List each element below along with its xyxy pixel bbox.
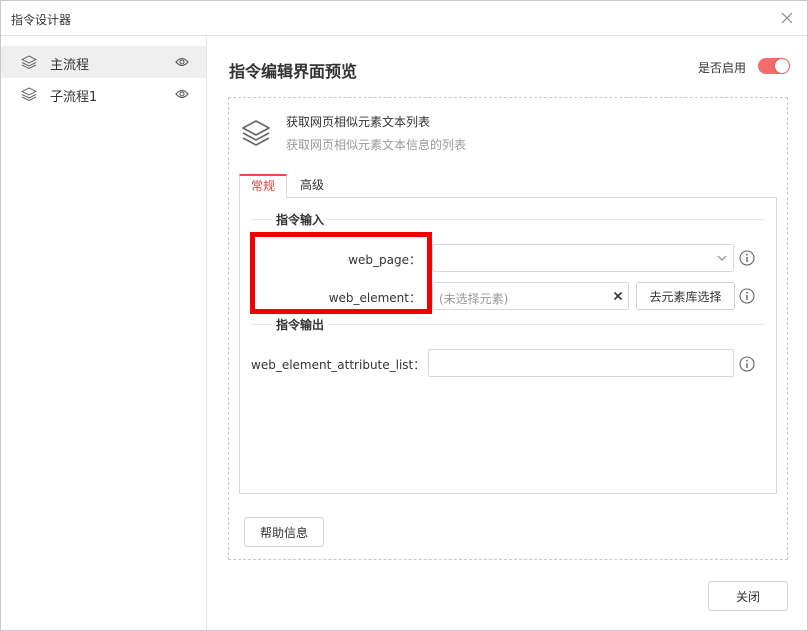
help-button[interactable]: 帮助信息 xyxy=(244,517,324,547)
command-name: 获取网页相似元素文本列表 xyxy=(286,115,431,129)
info-icon[interactable] xyxy=(739,288,755,304)
eye-icon[interactable] xyxy=(175,88,189,100)
layers-icon xyxy=(21,87,37,102)
section-divider xyxy=(251,219,765,220)
tab-panel xyxy=(239,197,777,494)
tab-general[interactable]: 常规 xyxy=(239,174,287,198)
web-page-select[interactable] xyxy=(432,244,734,272)
input-section-title: 指令输入 xyxy=(273,211,328,228)
command-description: 获取网页相似元素文本信息的列表 xyxy=(286,138,467,152)
sidebar-item-label: 主流程 xyxy=(50,58,90,73)
sidebar-item-label: 子流程1 xyxy=(50,90,98,105)
eye-icon[interactable] xyxy=(175,56,189,68)
attribute-list-label: web_element_attribute_list： xyxy=(251,358,426,372)
sidebar-item-subflow-1[interactable]: 子流程1 xyxy=(1,78,206,110)
close-button[interactable]: 关闭 xyxy=(708,581,788,611)
sidebar-item-main-flow[interactable]: 主流程 xyxy=(1,46,206,78)
command-layers-icon xyxy=(242,120,270,146)
toggle-knob xyxy=(775,59,789,73)
section-divider xyxy=(251,324,765,325)
attribute-list-field[interactable] xyxy=(428,349,734,377)
enable-label: 是否启用 xyxy=(698,61,747,75)
sidebar: 主流程 子流程1 xyxy=(1,36,207,630)
info-icon[interactable] xyxy=(739,250,755,266)
title-bar: 指令设计器 xyxy=(1,1,807,36)
enable-toggle[interactable] xyxy=(758,58,790,74)
web-element-field[interactable]: (未选择元素) xyxy=(432,282,629,310)
pick-element-button[interactable]: 去元素库选择 xyxy=(636,282,735,310)
tab-advanced[interactable]: 高级 xyxy=(297,174,327,198)
info-icon[interactable] xyxy=(739,356,755,372)
web-element-placeholder: (未选择元素) xyxy=(439,292,509,306)
designer-window: 指令设计器 主流程 子流程1 指令编辑界面预览 是否启用 获取网页相似元素文本列… xyxy=(0,0,808,631)
web-page-label: web_page： xyxy=(348,253,421,267)
web-element-label: web_element： xyxy=(328,291,421,305)
layers-icon xyxy=(21,55,37,70)
window-title: 指令设计器 xyxy=(11,13,72,27)
output-section-title: 指令输出 xyxy=(273,316,328,333)
chevron-down-icon xyxy=(717,255,727,261)
clear-icon[interactable] xyxy=(612,290,624,302)
close-icon[interactable] xyxy=(779,10,795,26)
page-title: 指令编辑界面预览 xyxy=(229,62,358,81)
